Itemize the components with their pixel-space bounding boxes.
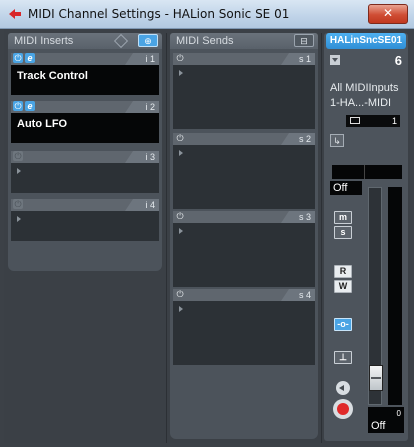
insert-plugin-name: Auto LFO: [17, 118, 68, 130]
channel-name[interactable]: HALinSncSE01: [326, 33, 406, 49]
channel-meter: [388, 187, 402, 405]
midi-channel-icon: [350, 117, 360, 124]
send-slot-number: s 4: [298, 290, 311, 300]
insert-slot-number: i 2: [145, 102, 155, 112]
midi-inserts-label: MIDI Inserts: [14, 35, 74, 47]
close-button[interactable]: ✕: [368, 4, 408, 24]
send-slot-bar: ⏻ s 2: [173, 133, 315, 145]
midi-channel-field[interactable]: 1: [346, 115, 400, 127]
channel-menu-icon[interactable]: [330, 55, 340, 65]
send-slot-number: s 3: [298, 212, 311, 222]
read-button[interactable]: R: [334, 265, 352, 278]
midi-sends-header: MIDI Sends ⊟: [170, 33, 318, 49]
insert-slot-number: i 1: [145, 54, 155, 64]
send-slot-number: s 2: [298, 134, 311, 144]
insert-slot-bar: ⏻ i 4: [11, 199, 159, 211]
send-slot-number: s 1: [298, 54, 311, 64]
midi-inserts-header: MIDI Inserts ⊕: [8, 33, 162, 49]
insert-slot-bar: ⏻ e i 2: [11, 101, 159, 113]
power-icon[interactable]: ⏻: [13, 151, 23, 161]
edit-icon[interactable]: e: [25, 101, 35, 111]
export-icon[interactable]: ↳: [330, 134, 344, 147]
insert-slot-number: i 3: [145, 152, 155, 162]
bypass-inserts-button[interactable]: ⊕: [138, 34, 158, 47]
send-slot-2[interactable]: ⏻ s 2: [173, 133, 315, 209]
power-icon[interactable]: ⏻: [13, 53, 23, 63]
send-slot-bar: ⏻ s 1: [173, 53, 315, 65]
midi-sends-panel: ⏻ s 1 ⏻ s 2 ⏻ s 3 ⏻ s 4: [170, 49, 318, 439]
send-slot-bar: ⏻ s 4: [173, 289, 315, 301]
solo-button[interactable]: s: [334, 226, 352, 239]
insert-bypass-button[interactable]: -o-: [334, 318, 352, 331]
window-title: MIDI Channel Settings - HALion Sonic SE …: [28, 7, 290, 21]
expand-arrow-icon[interactable]: [179, 150, 183, 156]
edit-icon[interactable]: e: [25, 53, 35, 63]
output-status: Off: [371, 420, 386, 432]
preset-diamond-icon[interactable]: [113, 33, 129, 49]
power-icon[interactable]: ⏻: [175, 289, 185, 299]
cubase-app-icon: [9, 9, 21, 19]
expand-arrow-icon[interactable]: [17, 216, 21, 222]
expand-arrow-icon[interactable]: [179, 70, 183, 76]
insert-slot-1[interactable]: ⏻ e i 1 Track Control: [11, 53, 159, 95]
insert-slot-plugin[interactable]: [11, 163, 159, 193]
insert-slot-number: i 4: [145, 200, 155, 210]
expand-arrow-icon[interactable]: [179, 306, 183, 312]
send-slot-3[interactable]: ⏻ s 3: [173, 211, 315, 287]
send-slot-content[interactable]: [173, 65, 315, 129]
output-level: 0: [396, 409, 401, 418]
channel-settings-body: MIDI Inserts ⊕ ⏻ e i 1 Track Control ⏻ e…: [4, 29, 410, 443]
send-slot-content[interactable]: [173, 223, 315, 287]
insert-plugin-name: Track Control: [17, 70, 88, 82]
expand-arrow-icon[interactable]: [17, 168, 21, 174]
send-slot-content[interactable]: [173, 145, 315, 209]
input-routing[interactable]: All MIDIInputs: [330, 81, 398, 96]
power-icon[interactable]: ⏻: [175, 53, 185, 63]
channel-strip: HALinSncSE01 6 All MIDIInputs 1-HA...-MI…: [324, 33, 408, 441]
insert-slot-3[interactable]: ⏻ i 3: [11, 151, 159, 193]
mute-button[interactable]: m: [334, 211, 352, 224]
record-enable-button[interactable]: [333, 399, 353, 419]
meter-value[interactable]: Off: [330, 181, 362, 195]
send-slot-1[interactable]: ⏻ s 1: [173, 53, 315, 129]
insert-slot-plugin[interactable]: Track Control: [11, 65, 159, 95]
insert-slot-2[interactable]: ⏻ e i 2 Auto LFO: [11, 101, 159, 143]
insert-slot-plugin[interactable]: Auto LFO: [11, 113, 159, 143]
volume-fader-handle[interactable]: [369, 365, 383, 391]
power-icon[interactable]: ⏻: [13, 199, 23, 209]
send-slot-content[interactable]: [173, 301, 315, 365]
insert-slot-bar: ⏻ e i 1: [11, 53, 159, 65]
power-icon[interactable]: ⏻: [175, 211, 185, 221]
write-button[interactable]: W: [334, 280, 352, 293]
insert-slot-plugin[interactable]: [11, 211, 159, 241]
monitor-icon[interactable]: [336, 381, 350, 395]
sends-settings-button[interactable]: ⊟: [294, 34, 314, 47]
midi-inserts-panel: ⏻ e i 1 Track Control ⏻ e i 2 Auto LFO ⏻…: [8, 49, 162, 271]
insert-slot-4[interactable]: ⏻ i 4: [11, 199, 159, 241]
level-meter: [332, 165, 402, 179]
midi-channel-value: 1: [391, 116, 397, 126]
window-titlebar: MIDI Channel Settings - HALion Sonic SE …: [0, 0, 414, 29]
power-icon[interactable]: ⏻: [13, 101, 23, 111]
midi-sends-label: MIDI Sends: [176, 35, 234, 47]
output-value-box[interactable]: 0 Off: [368, 407, 404, 433]
send-slot-bar: ⏻ s 3: [173, 211, 315, 223]
channel-number: 6: [394, 53, 402, 68]
insert-slot-bar: ⏻ i 3: [11, 151, 159, 163]
routing-section: All MIDIInputs 1-HA...-MIDI: [330, 81, 398, 111]
power-icon[interactable]: ⏻: [175, 133, 185, 143]
output-routing[interactable]: 1-HA...-MIDI: [330, 96, 398, 111]
lanes-button[interactable]: ⊥: [334, 351, 352, 364]
send-slot-4[interactable]: ⏻ s 4: [173, 289, 315, 365]
expand-arrow-icon[interactable]: [179, 228, 183, 234]
